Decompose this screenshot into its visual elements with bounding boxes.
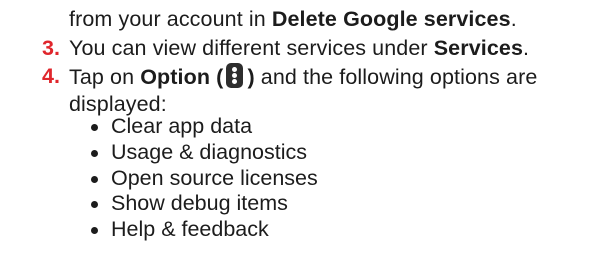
step-2-bold-term: Delete Google services bbox=[271, 7, 511, 31]
document-page: from your account in Delete Google servi… bbox=[0, 0, 611, 269]
step-4-bold-close: ) bbox=[247, 65, 255, 89]
step-3-end: . bbox=[523, 36, 530, 60]
step-4-rest: and the following options are bbox=[254, 65, 538, 89]
options-list: Clear app data Usage & diagnostics Open … bbox=[88, 114, 318, 243]
step-3-body: You can view different services under bbox=[69, 36, 434, 60]
list-item: Clear app data bbox=[88, 114, 318, 140]
step-3-text: You can view different services under Se… bbox=[69, 35, 529, 61]
step-3-number: 3. bbox=[42, 36, 60, 60]
step-4-body: Tap on bbox=[69, 65, 141, 89]
step-4-bold-open: Option ( bbox=[140, 65, 224, 89]
more-vertical-icon bbox=[226, 63, 244, 88]
step-4-number: 4. bbox=[42, 64, 60, 88]
step-2-end: . bbox=[510, 7, 517, 31]
list-item: Usage & diagnostics bbox=[88, 140, 318, 166]
step-2-continuation: from your account in Delete Google servi… bbox=[69, 6, 517, 32]
step-2-text: from your account in bbox=[69, 7, 272, 31]
step-3-bold-term: Services bbox=[433, 36, 524, 60]
list-item: Show debug items bbox=[88, 191, 318, 217]
list-item: Open source licenses bbox=[88, 166, 318, 192]
list-item: Help & feedback bbox=[88, 217, 318, 243]
step-4-text: Tap on Option () and the following optio… bbox=[69, 63, 537, 90]
